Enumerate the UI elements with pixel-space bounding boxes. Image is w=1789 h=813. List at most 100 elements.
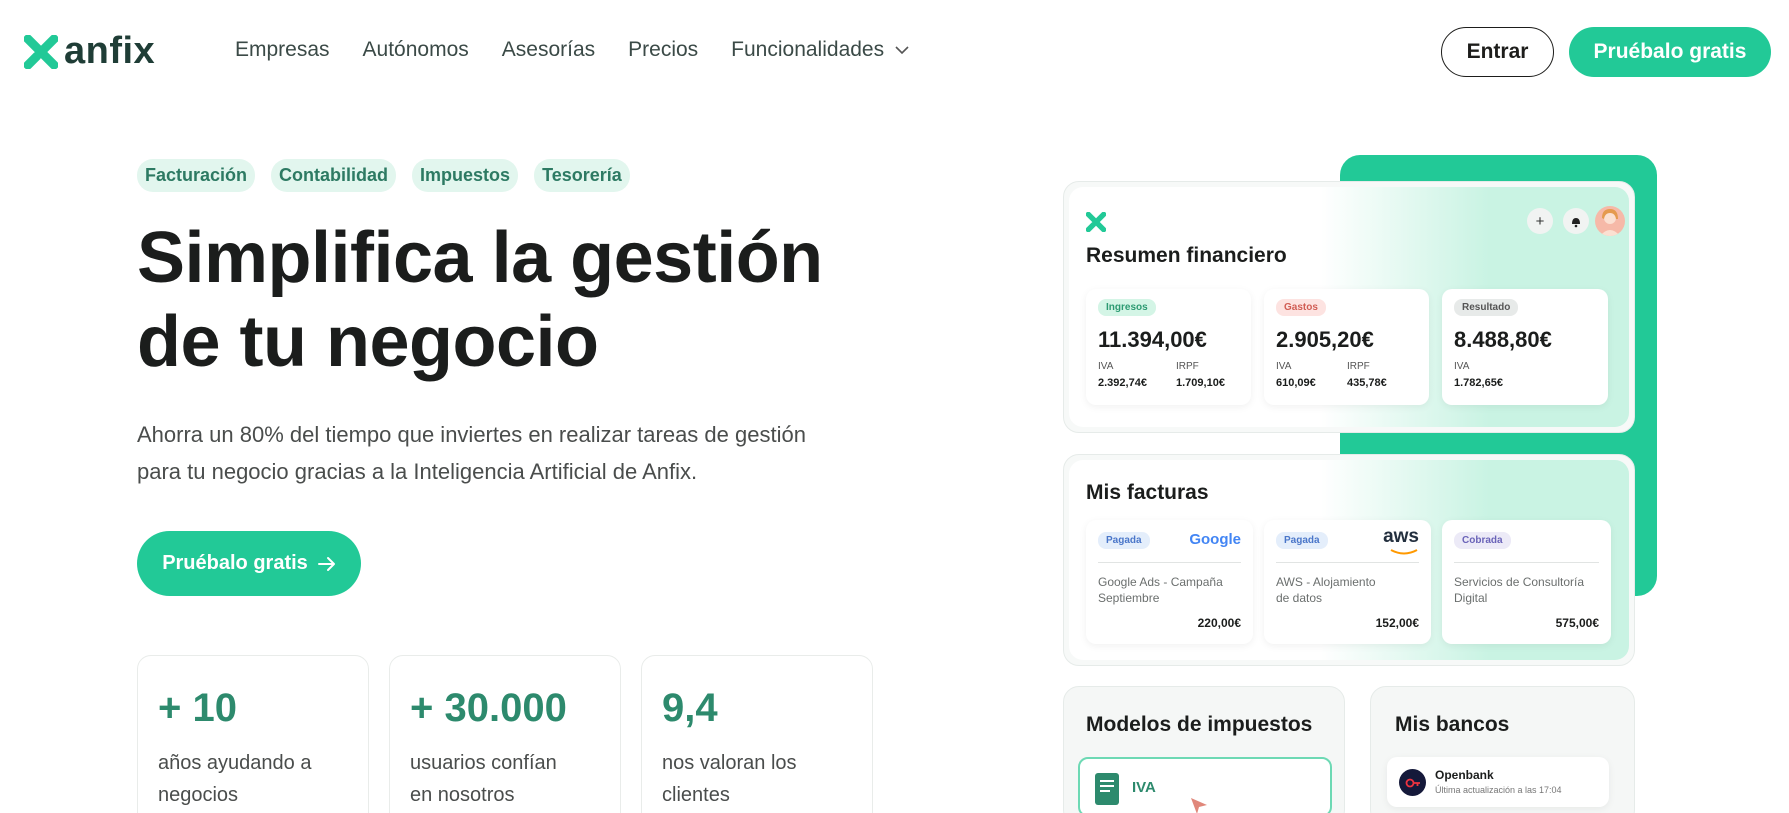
hero-subtitle: Ahorra un 80% del tiempo que inviertes e… bbox=[137, 416, 877, 490]
stat-card-users: + 30.000 usuarios confían en nosotros bbox=[389, 655, 621, 813]
invoice-desc: Servicios de Consultoría Digital bbox=[1454, 574, 1584, 606]
expenses-amount: 2.905,20€ bbox=[1276, 327, 1374, 352]
expenses-card: Gastos 2.905,20€ IVA 610,09€ IRPF 435,78… bbox=[1264, 289, 1429, 405]
menu-label: Precios bbox=[628, 38, 699, 61]
feature-tags: Facturación Contabilidad Impuestos Tesor… bbox=[137, 159, 630, 192]
menu-label: Autónomos bbox=[362, 38, 469, 61]
aws-smile-icon bbox=[1390, 549, 1418, 555]
taxes-panel: Modelos de impuestos IVA bbox=[1063, 686, 1345, 813]
invoice-amount: 152,00€ bbox=[1375, 616, 1419, 630]
invoice-desc: Google Ads - Campaña Septiembre bbox=[1098, 574, 1223, 606]
avatar[interactable] bbox=[1595, 206, 1625, 236]
card-divider bbox=[1276, 562, 1419, 563]
bank-name: Openbank bbox=[1435, 768, 1494, 782]
tag-facturacion: Facturación bbox=[137, 159, 256, 192]
income-pill: Ingresos bbox=[1098, 299, 1156, 316]
stat-value: + 30.000 bbox=[410, 686, 567, 730]
stat-card-years: + 10 años ayudando a negocios bbox=[137, 655, 369, 813]
hero-try-free-button[interactable]: Pruébalo gratis bbox=[137, 531, 361, 596]
menu-label: Asesorías bbox=[501, 38, 596, 61]
income-amount: 11.394,00€ bbox=[1098, 327, 1207, 352]
anfix-x-icon bbox=[24, 34, 58, 69]
add-icon[interactable]: + bbox=[1527, 208, 1553, 234]
aws-logo: aws bbox=[1383, 526, 1419, 547]
menu-label: Empresas bbox=[235, 38, 330, 61]
income-iva-value: 2.392,74€ bbox=[1098, 377, 1147, 389]
stat-value: + 10 bbox=[158, 686, 237, 730]
invoice-amount: 575,00€ bbox=[1555, 616, 1599, 630]
result-iva-label: IVA bbox=[1454, 361, 1470, 372]
invoices-title: Mis facturas bbox=[1086, 481, 1209, 504]
income-irpf-label: IRPF bbox=[1176, 361, 1199, 372]
desc-line-2: de datos bbox=[1276, 591, 1323, 605]
menu-item-empresas[interactable]: Empresas bbox=[235, 38, 330, 62]
expenses-iva-label: IVA bbox=[1276, 361, 1292, 372]
result-pill: Resultado bbox=[1454, 299, 1519, 316]
summary-panel: + Resumen financiero Ingresos 11.394,00€… bbox=[1063, 181, 1635, 433]
card-divider bbox=[1454, 562, 1599, 563]
hero-cta-label: Pruébalo gratis bbox=[162, 552, 308, 574]
anfix-x-icon bbox=[1086, 212, 1106, 232]
banks-title: Mis bancos bbox=[1395, 713, 1510, 736]
result-card: Resultado 8.488,80€ IVA 1.782,65€ bbox=[1442, 289, 1608, 405]
menu-item-funcionalidades[interactable]: Funcionalidades bbox=[731, 38, 910, 62]
menu-item-autonomos[interactable]: Autónomos bbox=[363, 38, 469, 62]
invoice-card-google[interactable]: Pagada Google Google Ads - Campaña Septi… bbox=[1086, 520, 1253, 644]
result-iva-value: 1.782,65€ bbox=[1454, 377, 1503, 389]
menu-label: Funcionalidades bbox=[731, 38, 885, 61]
invoice-card-aws[interactable]: Pagada aws AWS - Alojamiento de datos 15… bbox=[1264, 520, 1431, 644]
tax-item-label: IVA bbox=[1132, 779, 1156, 796]
status-paid-pill: Pagada bbox=[1098, 532, 1150, 549]
nav-try-free-button[interactable]: Pruébalo gratis bbox=[1569, 27, 1771, 77]
desc-line-2: Septiembre bbox=[1098, 591, 1160, 605]
google-logo: Google bbox=[1189, 531, 1241, 548]
menu-item-asesorias[interactable]: Asesorías bbox=[502, 38, 595, 62]
subtitle-line-2: para tu negocio gracias a la Inteligenci… bbox=[137, 459, 698, 484]
invoices-panel: Mis facturas Pagada Google Google Ads - … bbox=[1063, 454, 1635, 666]
income-card: Ingresos 11.394,00€ IVA 2.392,74€ IRPF 1… bbox=[1086, 289, 1251, 405]
bank-item-openbank[interactable]: Openbank Última actualización a las 17:0… bbox=[1387, 757, 1609, 807]
brand-name: anfix bbox=[64, 30, 156, 72]
document-icon bbox=[1095, 773, 1119, 805]
subtitle-line-1: Ahorra un 80% del tiempo que inviertes e… bbox=[137, 422, 806, 447]
tax-item-iva[interactable]: IVA bbox=[1078, 757, 1332, 813]
stat-label: nos valoran los clientes bbox=[662, 752, 797, 806]
status-collected-pill: Cobrada bbox=[1454, 532, 1511, 549]
desc-line-2: Digital bbox=[1454, 591, 1488, 605]
stat-label: usuarios confían en nosotros bbox=[410, 752, 557, 806]
stat-label: años ayudando a negocios bbox=[158, 752, 312, 806]
arrow-right-icon bbox=[317, 556, 335, 571]
invoice-amount: 220,00€ bbox=[1197, 616, 1241, 630]
bank-update-time: Última actualización a las 17:04 bbox=[1435, 785, 1562, 795]
expenses-pill: Gastos bbox=[1276, 299, 1326, 316]
tag-contabilidad: Contabilidad bbox=[271, 159, 397, 192]
tag-impuestos: Impuestos bbox=[412, 159, 519, 192]
anfix-logo[interactable]: anfix bbox=[24, 30, 155, 73]
headline-line-2: de tu negocio bbox=[137, 302, 599, 382]
login-button[interactable]: Entrar bbox=[1441, 27, 1554, 77]
desc-line-1: Google Ads - Campaña bbox=[1098, 575, 1223, 589]
taxes-title: Modelos de impuestos bbox=[1086, 713, 1313, 736]
expenses-irpf-label: IRPF bbox=[1347, 361, 1370, 372]
summary-title: Resumen financiero bbox=[1086, 244, 1287, 267]
stat-value: 9,4 bbox=[662, 686, 718, 730]
desc-line-1: Servicios de Consultoría bbox=[1454, 575, 1585, 589]
bell-icon[interactable] bbox=[1563, 208, 1589, 234]
expenses-irpf-value: 435,78€ bbox=[1347, 377, 1387, 389]
chevron-down-icon bbox=[895, 46, 909, 55]
card-divider bbox=[1098, 562, 1241, 563]
headline-line-1: Simplifica la gestión bbox=[137, 218, 823, 298]
banks-panel: Mis bancos Openbank Última actualización… bbox=[1370, 686, 1635, 813]
invoice-card-consulting[interactable]: Cobrada Servicios de Consultoría Digital… bbox=[1442, 520, 1611, 644]
result-amount: 8.488,80€ bbox=[1454, 327, 1552, 352]
hero-headline: Simplifica la gestión de tu negocio bbox=[137, 216, 897, 384]
status-paid-pill: Pagada bbox=[1276, 532, 1328, 549]
income-iva-label: IVA bbox=[1098, 361, 1114, 372]
income-irpf-value: 1.709,10€ bbox=[1176, 377, 1225, 389]
cursor-arrow-icon bbox=[1191, 798, 1207, 813]
menu-item-precios[interactable]: Precios bbox=[628, 38, 698, 62]
stats-row: + 10 años ayudando a negocios + 30.000 u… bbox=[137, 655, 873, 813]
desc-line-1: AWS - Alojamiento bbox=[1276, 575, 1376, 589]
openbank-logo-icon bbox=[1399, 769, 1426, 796]
invoice-desc: AWS - Alojamiento de datos bbox=[1276, 574, 1376, 606]
